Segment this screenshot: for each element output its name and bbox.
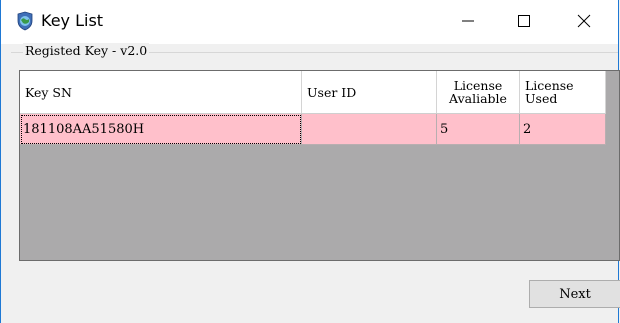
cell-license-used[interactable]: 2: [520, 114, 606, 145]
col-header-license-available-label: License Avaliable: [442, 79, 519, 105]
col-header-license-used[interactable]: License Used: [520, 71, 606, 114]
globe-shield-icon: [15, 11, 35, 31]
header-row: Key SN User ID License Avaliable License…: [20, 71, 606, 114]
cell-license-available[interactable]: 5: [437, 114, 520, 145]
close-icon: [577, 14, 591, 28]
close-button[interactable]: [561, 4, 607, 38]
next-button[interactable]: Next: [529, 280, 620, 308]
maximize-icon: [517, 14, 531, 28]
table-row[interactable]: 181108AA51580H 5 2: [20, 114, 606, 145]
minimize-button[interactable]: [445, 4, 491, 38]
cell-key-sn[interactable]: 181108AA51580H: [20, 114, 302, 145]
cell-user-id[interactable]: [302, 114, 437, 145]
col-header-license-available[interactable]: License Avaliable: [437, 71, 520, 114]
col-header-user-id[interactable]: User ID: [302, 71, 437, 114]
window-title: Key List: [41, 11, 103, 30]
key-list-window: Key List Registed Key - v2.0 Key SN User…: [0, 0, 619, 323]
key-table: Key SN User ID License Avaliable License…: [20, 71, 606, 145]
group-label: Registed Key - v2.0: [23, 43, 149, 58]
key-grid[interactable]: Key SN User ID License Avaliable License…: [19, 70, 620, 261]
minimize-icon: [461, 14, 475, 28]
title-bar[interactable]: Key List: [1, 0, 618, 44]
col-header-license-used-label: License Used: [525, 79, 605, 105]
col-header-key-sn[interactable]: Key SN: [20, 71, 302, 114]
maximize-button[interactable]: [501, 4, 547, 38]
